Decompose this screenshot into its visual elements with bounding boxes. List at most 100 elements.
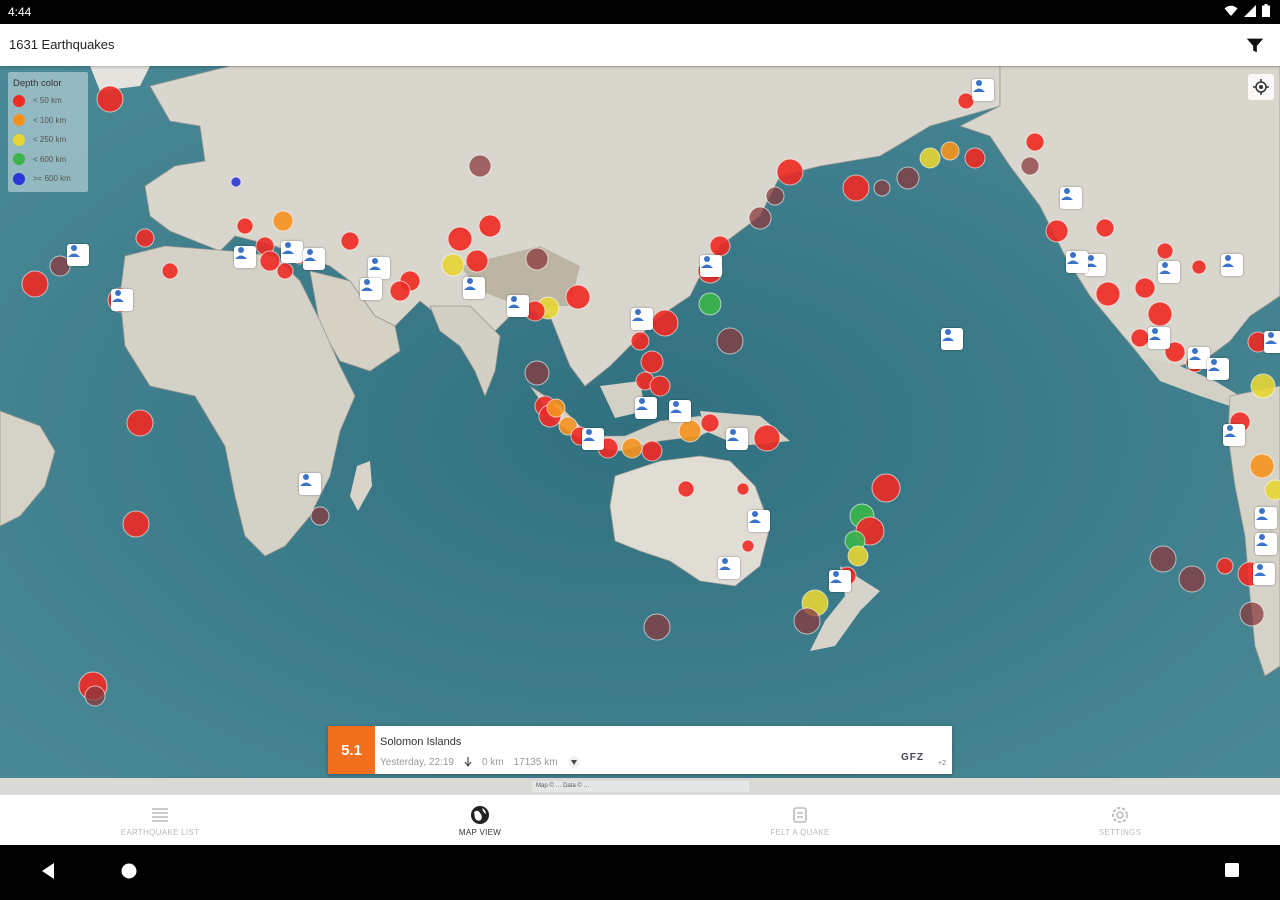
quake-marker[interactable]: [698, 292, 722, 316]
quake-marker[interactable]: [1264, 479, 1280, 501]
felt-report-marker[interactable]: [1253, 563, 1275, 585]
quake-marker[interactable]: [700, 413, 720, 433]
quake-marker[interactable]: [621, 437, 643, 459]
quake-marker[interactable]: [1020, 156, 1040, 176]
felt-report-marker[interactable]: [1066, 251, 1088, 273]
quake-marker[interactable]: [468, 154, 492, 178]
felt-report-marker[interactable]: [1255, 533, 1277, 555]
quake-marker[interactable]: [236, 217, 254, 235]
felt-report-marker[interactable]: [972, 79, 994, 101]
felt-report-marker[interactable]: [507, 295, 529, 317]
tab-felt-a-quake[interactable]: FELT A QUAKE: [640, 795, 960, 845]
quake-marker[interactable]: [525, 247, 549, 271]
quake-marker[interactable]: [896, 166, 920, 190]
quake-marker[interactable]: [736, 482, 750, 496]
felt-report-marker[interactable]: [1148, 327, 1170, 349]
quake-marker[interactable]: [1250, 373, 1276, 399]
quake-marker[interactable]: [640, 350, 664, 374]
recents-icon[interactable]: [1224, 862, 1240, 878]
tab-map-view[interactable]: MAP VIEW: [320, 795, 640, 845]
felt-report-marker[interactable]: [1264, 331, 1280, 353]
quake-marker[interactable]: [1134, 277, 1156, 299]
felt-report-marker[interactable]: [360, 278, 382, 300]
quake-marker[interactable]: [716, 327, 744, 355]
quake-marker[interactable]: [259, 250, 281, 272]
quake-marker[interactable]: [641, 440, 663, 462]
felt-report-marker[interactable]: [1060, 187, 1082, 209]
my-location-button[interactable]: [1248, 74, 1274, 100]
felt-report-marker[interactable]: [1255, 507, 1277, 529]
quake-marker[interactable]: [649, 375, 671, 397]
quake-marker[interactable]: [842, 174, 870, 202]
quake-marker[interactable]: [1191, 259, 1207, 275]
quake-marker[interactable]: [230, 176, 242, 188]
quake-marker[interactable]: [21, 270, 49, 298]
quake-marker[interactable]: [524, 360, 550, 386]
quake-marker[interactable]: [1178, 565, 1206, 593]
felt-report-marker[interactable]: [67, 244, 89, 266]
felt-report-marker[interactable]: [1207, 358, 1229, 380]
quake-marker[interactable]: [793, 607, 821, 635]
quake-marker[interactable]: [630, 331, 650, 351]
felt-report-marker[interactable]: [631, 308, 653, 330]
quake-marker[interactable]: [272, 210, 294, 232]
quake-marker[interactable]: [709, 235, 731, 257]
quake-marker[interactable]: [677, 480, 695, 498]
quake-marker[interactable]: [135, 228, 155, 248]
quake-marker[interactable]: [765, 186, 785, 206]
quake-marker[interactable]: [964, 147, 986, 169]
felt-report-marker[interactable]: [303, 248, 325, 270]
quake-marker[interactable]: [161, 262, 179, 280]
felt-report-marker[interactable]: [1223, 424, 1245, 446]
back-icon[interactable]: [40, 862, 56, 880]
quake-marker[interactable]: [1025, 132, 1045, 152]
felt-report-marker[interactable]: [829, 570, 851, 592]
felt-report-marker[interactable]: [1158, 261, 1180, 283]
quake-marker[interactable]: [753, 424, 781, 452]
tab-earthquake-list[interactable]: EARTHQUAKE LIST: [0, 795, 320, 845]
quake-marker[interactable]: [310, 506, 330, 526]
quake-marker[interactable]: [1095, 281, 1121, 307]
quake-marker[interactable]: [748, 206, 772, 230]
quake-marker[interactable]: [1147, 301, 1173, 327]
quake-marker[interactable]: [1130, 328, 1150, 348]
tab-settings[interactable]: SETTINGS: [960, 795, 1280, 845]
filter-icon[interactable]: [1244, 34, 1266, 56]
felt-report-marker[interactable]: [748, 510, 770, 532]
felt-report-marker[interactable]: [718, 557, 740, 579]
felt-report-marker[interactable]: [669, 400, 691, 422]
quake-marker[interactable]: [651, 309, 679, 337]
felt-report-marker[interactable]: [941, 328, 963, 350]
quake-marker[interactable]: [122, 510, 150, 538]
home-icon[interactable]: [120, 862, 138, 880]
quake-marker[interactable]: [847, 545, 869, 567]
felt-report-marker[interactable]: [234, 246, 256, 268]
quake-marker[interactable]: [919, 147, 941, 169]
quake-marker[interactable]: [1156, 242, 1174, 260]
felt-report-marker[interactable]: [635, 397, 657, 419]
quake-marker[interactable]: [1249, 453, 1275, 479]
quake-marker[interactable]: [389, 280, 411, 302]
quake-marker[interactable]: [1095, 218, 1115, 238]
felt-report-marker[interactable]: [726, 428, 748, 450]
quake-marker[interactable]: [940, 141, 960, 161]
map-view[interactable]: [0, 66, 1280, 795]
quake-marker[interactable]: [678, 419, 702, 443]
quake-marker[interactable]: [871, 473, 901, 503]
quake-marker[interactable]: [1239, 601, 1265, 627]
felt-report-marker[interactable]: [299, 473, 321, 495]
felt-report-marker[interactable]: [463, 277, 485, 299]
felt-report-marker[interactable]: [281, 241, 303, 263]
quake-marker[interactable]: [441, 253, 465, 277]
world-map[interactable]: [0, 66, 1280, 795]
quake-marker[interactable]: [565, 284, 591, 310]
quake-marker[interactable]: [1045, 219, 1069, 243]
quake-marker[interactable]: [465, 249, 489, 273]
quake-marker[interactable]: [84, 685, 106, 707]
quake-marker[interactable]: [447, 226, 473, 252]
quake-marker[interactable]: [741, 539, 755, 553]
felt-report-marker[interactable]: [582, 428, 604, 450]
quake-info-card[interactable]: 5.1 Solomon Islands Yesterday, 22:19 0 k…: [328, 726, 952, 774]
felt-report-marker[interactable]: [700, 255, 722, 277]
felt-report-marker[interactable]: [111, 289, 133, 311]
